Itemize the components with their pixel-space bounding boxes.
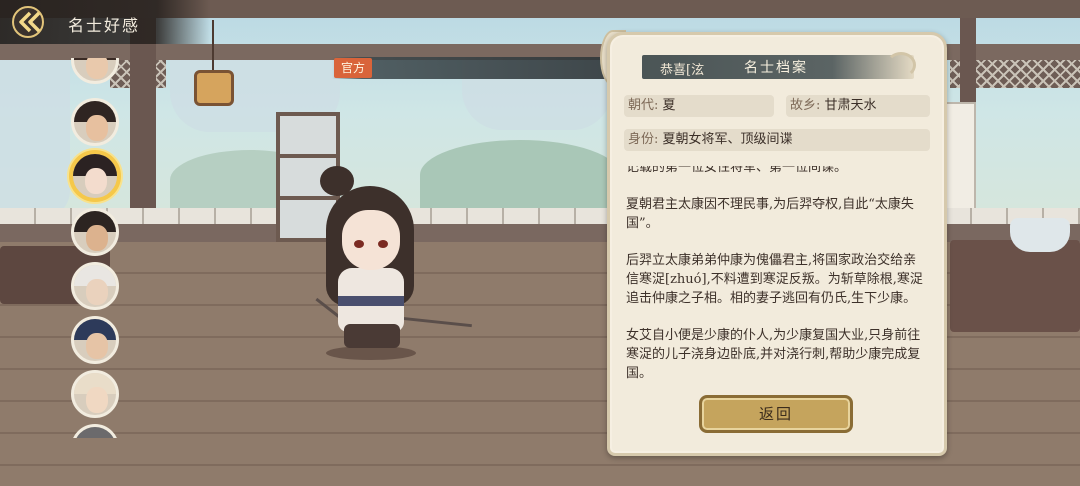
side-table: [950, 240, 1080, 332]
lantern: [194, 70, 234, 106]
character-eye: [354, 240, 364, 248]
avatar-official-hat[interactable]: [71, 316, 119, 364]
dynasty-field: 朝代: 夏: [624, 95, 774, 117]
avatar-monk[interactable]: [71, 370, 119, 418]
back-button[interactable]: [10, 4, 50, 40]
character-face: [342, 210, 400, 270]
return-button[interactable]: 返回: [699, 395, 853, 433]
avatar-face: [86, 387, 108, 413]
avatar-warrior-1[interactable]: [71, 98, 119, 146]
biography-paragraph: 记载的第一位女性将军、第一位间谍。: [626, 166, 848, 175]
character-legs: [344, 324, 400, 348]
dynasty-label: 朝代:: [628, 98, 659, 113]
double-chevron-left-icon: [12, 6, 44, 38]
identity-label: 身份:: [628, 132, 659, 147]
avatar-face: [86, 225, 108, 251]
swirl-ornament-icon: [886, 52, 916, 78]
avatar-face: [86, 58, 108, 79]
title-bar: 名士好感: [0, 0, 210, 44]
identity-field: 身份: 夏朝女将军、顶级间谍: [624, 129, 930, 151]
biography-paragraph: 夏朝君主太康因不理民事,为后羿夺权,自此“太康失国”。: [626, 197, 914, 231]
dynasty-value: 夏: [662, 98, 676, 113]
character-shadow: [326, 346, 416, 360]
page-title: 名士好感: [68, 16, 141, 35]
avatar-face: [86, 115, 108, 141]
avatar-face: [86, 333, 108, 359]
avatar-hair: [74, 427, 116, 438]
avatar-nu-ai[interactable]: [69, 150, 121, 202]
character-sash: [338, 296, 404, 306]
avatar-scholar-top[interactable]: [71, 58, 119, 84]
panel-title: 名士档案: [744, 60, 808, 76]
avatar-elder-white[interactable]: [71, 262, 119, 310]
notice-strip: [332, 57, 632, 79]
biography-paragraph: 后羿立太康弟弟仲康为傀儡君主,将国家政治交给亲信寒浞[zhuó],不料遭到寒浞反…: [626, 253, 923, 306]
official-badge: 官方: [334, 58, 373, 78]
biography-text[interactable]: 记载的第一位女性将军、第一位间谍。 夏朝君主太康因不理民事,为后羿夺权,自此“太…: [626, 166, 926, 386]
identity-value: 夏朝女将军、顶级间谍: [662, 132, 793, 147]
lantern-cord: [212, 20, 214, 70]
hometown-value: 甘肃天水: [824, 98, 877, 113]
hometown-label: 故乡:: [790, 98, 821, 113]
distant-hill: [420, 140, 620, 210]
hometown-field: 故乡: 甘肃天水: [786, 95, 930, 117]
character-eye: [378, 240, 388, 248]
congrats-ticker: 恭喜[泫: [660, 63, 705, 78]
curtain: [0, 60, 70, 220]
hanging-scroll: [944, 102, 976, 212]
biography-paragraph: 女艾自小便是少康的仆人,为少康复国大业,只身前往寒浞的儿子浇身边卧底,并对浇行刺…: [626, 328, 921, 381]
avatar-warrior-2[interactable]: [71, 208, 119, 256]
character-sprite[interactable]: [300, 160, 472, 360]
avatar-face: [86, 279, 108, 305]
avatar-face: [85, 168, 107, 194]
vase: [1010, 218, 1070, 252]
character-avatar-list[interactable]: [64, 58, 128, 438]
avatar-partial[interactable]: [71, 424, 119, 438]
